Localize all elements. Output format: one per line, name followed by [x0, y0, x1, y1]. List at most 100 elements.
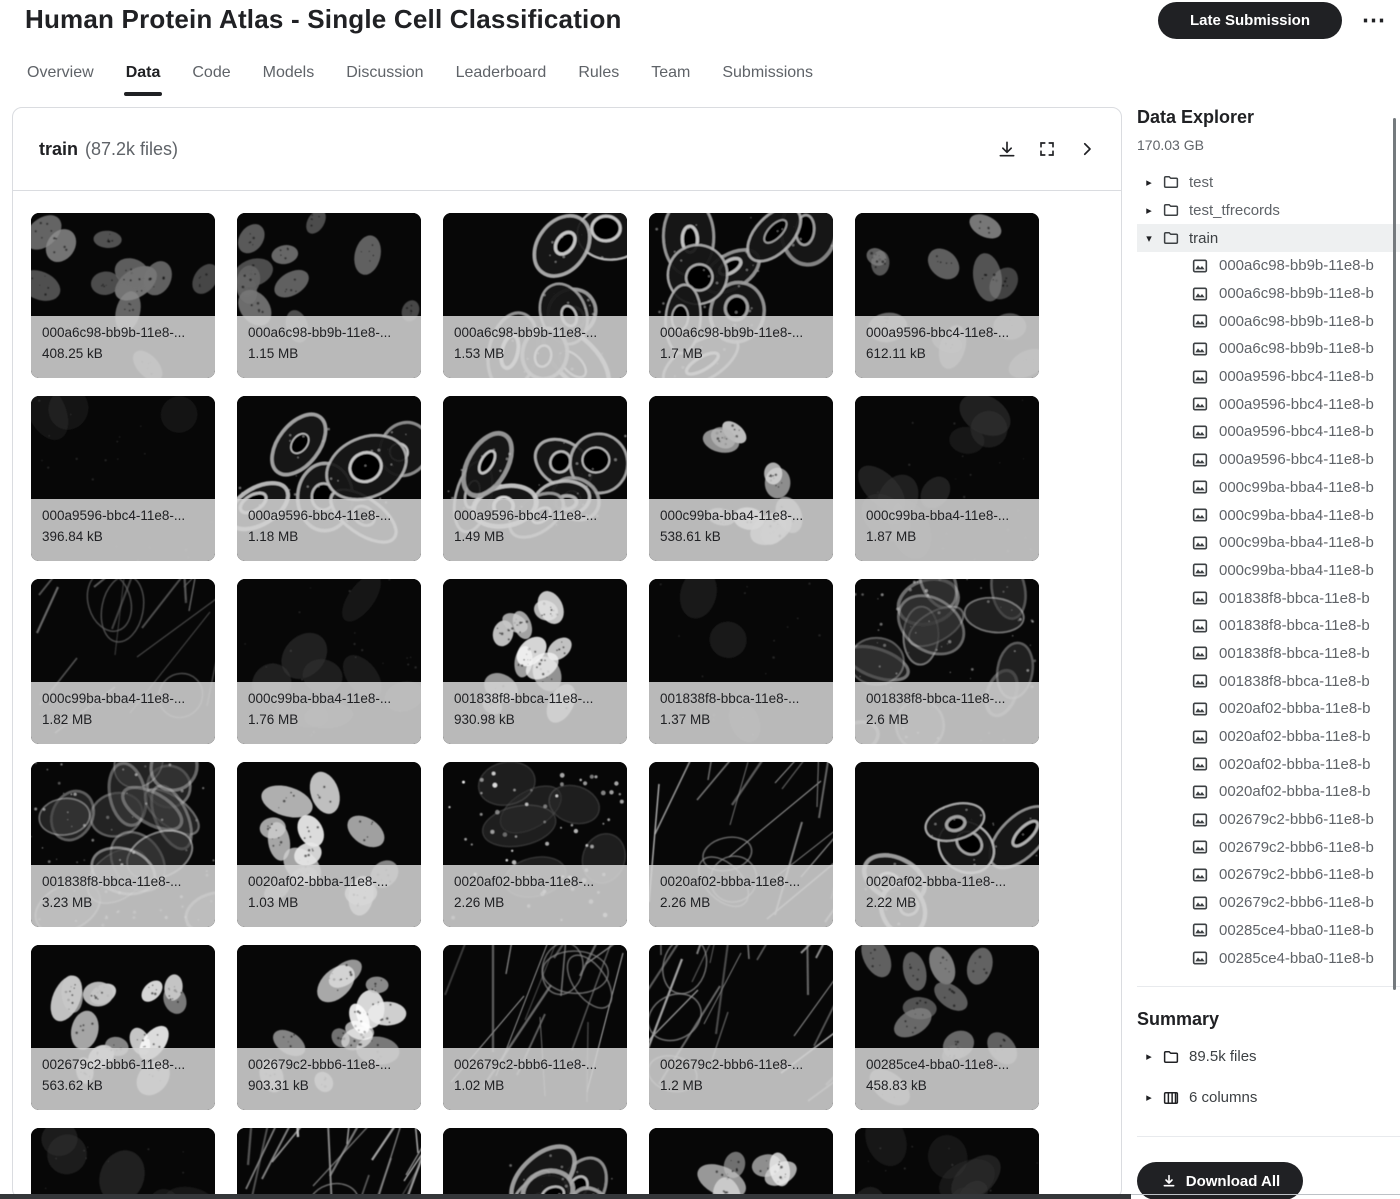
file-name: 0020af02-bbba-11e8-...: [248, 874, 389, 889]
tree-file-item[interactable]: 000a9596-bbc4-11e8-b: [1137, 363, 1400, 391]
tree-file-item[interactable]: 002679c2-bbb6-11e8-b: [1137, 889, 1400, 917]
file-card-label: 0020af02-bbba-11e8-... 1.03 MB: [237, 865, 421, 927]
file-card[interactable]: 0020af02-bbba-11e8-... 2.26 MB: [649, 762, 833, 927]
caret-icon[interactable]: ▸: [1137, 1091, 1161, 1104]
tab-discussion[interactable]: Discussion: [344, 58, 425, 96]
tree-folder-test_tfrecords[interactable]: ▸ test_tfrecords: [1137, 196, 1400, 224]
tree-file-item[interactable]: 001838f8-bbca-11e8-b: [1137, 584, 1400, 612]
tree-file-item[interactable]: 000c99ba-bba4-11e8-b: [1137, 557, 1400, 585]
file-card[interactable]: 000a9596-bbc4-11e8-... 1.18 MB: [237, 396, 421, 561]
tab-rules[interactable]: Rules: [576, 58, 621, 96]
tree-file-item[interactable]: 000a6c98-bb9b-11e8-b: [1137, 335, 1400, 363]
tab-label: Code: [192, 64, 231, 81]
tree-file-item[interactable]: 000a6c98-bb9b-11e8-b: [1137, 252, 1400, 280]
file-card[interactable]: 001838f8-bbca-11e8-... 930.98 kB: [443, 579, 627, 744]
file-card[interactable]: 000c99ba-bba4-11e8-... 538.61 kB: [649, 396, 833, 561]
tree-folder-train[interactable]: ▾ train: [1137, 224, 1400, 252]
summary-item[interactable]: ▸ 6 columns: [1137, 1084, 1400, 1112]
tab-leaderboard[interactable]: Leaderboard: [454, 58, 549, 96]
file-card[interactable]: 001838f8-bbca-11e8-... 1.37 MB: [649, 579, 833, 744]
tree-file-item[interactable]: 0020af02-bbba-11e8-b: [1137, 695, 1400, 723]
tree-file-item[interactable]: 000a9596-bbc4-11e8-b: [1137, 418, 1400, 446]
tree-file-item[interactable]: 00285ce4-bba0-11e8-b: [1137, 944, 1400, 972]
file-card[interactable]: [855, 1128, 1039, 1199]
caret-right-icon[interactable]: ▸: [1137, 204, 1161, 217]
file-card[interactable]: 000c99ba-bba4-11e8-... 1.87 MB: [855, 396, 1039, 561]
file-card[interactable]: 002679c2-bbb6-11e8-... 1.2 MB: [649, 945, 833, 1110]
file-card[interactable]: 000c99ba-bba4-11e8-... 1.82 MB: [31, 579, 215, 744]
file-card[interactable]: 001838f8-bbca-11e8-... 2.6 MB: [855, 579, 1039, 744]
tree-file-item[interactable]: 000a9596-bbc4-11e8-b: [1137, 446, 1400, 474]
caret-down-icon[interactable]: ▾: [1137, 232, 1161, 245]
tree-folder-test[interactable]: ▸ test: [1137, 168, 1400, 196]
tree-file-item[interactable]: 00285ce4-bba0-11e8-b: [1137, 917, 1400, 945]
more-options-button[interactable]: ⋯: [1352, 0, 1396, 40]
tab-submissions[interactable]: Submissions: [720, 58, 815, 96]
file-card[interactable]: 002679c2-bbb6-11e8-... 1.02 MB: [443, 945, 627, 1110]
tab-data[interactable]: Data: [123, 58, 163, 96]
file-card[interactable]: 0020af02-bbba-11e8-... 1.03 MB: [237, 762, 421, 927]
tree-file-item[interactable]: 002679c2-bbb6-11e8-b: [1137, 861, 1400, 889]
caret-right-icon[interactable]: ▸: [1137, 176, 1161, 189]
download-icon[interactable]: [995, 137, 1019, 161]
tree-file-item[interactable]: 000c99ba-bba4-11e8-b: [1137, 474, 1400, 502]
file-card[interactable]: 000a6c98-bb9b-11e8-... 1.53 MB: [443, 213, 627, 378]
tab-label: Data: [125, 64, 161, 81]
file-card[interactable]: 000a6c98-bb9b-11e8-... 1.15 MB: [237, 213, 421, 378]
file-name: 000a9596-bbc4-11e8-...: [866, 325, 1010, 340]
tab-models[interactable]: Models: [261, 58, 317, 96]
file-card-label: 001838f8-bbca-11e8-... 930.98 kB: [443, 682, 627, 744]
tree-file-item[interactable]: 0020af02-bbba-11e8-b: [1137, 750, 1400, 778]
file-card[interactable]: 000a9596-bbc4-11e8-... 612.11 kB: [855, 213, 1039, 378]
file-grid: 000a6c98-bb9b-11e8-... 408.25 kB 000a6c9…: [31, 213, 1105, 1199]
file-size: 3.23 MB: [42, 895, 93, 910]
image-file-icon: [1190, 920, 1210, 940]
chevron-right-icon[interactable]: [1075, 137, 1099, 161]
file-card[interactable]: 000a9596-bbc4-11e8-... 396.84 kB: [31, 396, 215, 561]
tree-file-item[interactable]: 000a6c98-bb9b-11e8-b: [1137, 307, 1400, 335]
tab-code[interactable]: Code: [190, 58, 232, 96]
file-size: 2.26 MB: [454, 895, 505, 910]
tree-file-item[interactable]: 002679c2-bbb6-11e8-b: [1137, 806, 1400, 834]
file-card[interactable]: 0020af02-bbba-11e8-... 2.26 MB: [443, 762, 627, 927]
file-card[interactable]: 0020af02-bbba-11e8-... 2.22 MB: [855, 762, 1039, 927]
summary-item[interactable]: ▸ 89.5k files: [1137, 1043, 1400, 1071]
tree-file-item[interactable]: 001838f8-bbca-11e8-b: [1137, 612, 1400, 640]
tree-file-item[interactable]: 0020af02-bbba-11e8-b: [1137, 778, 1400, 806]
file-card[interactable]: 000c99ba-bba4-11e8-... 1.76 MB: [237, 579, 421, 744]
file-name: 002679c2-bbb6-11e8-...: [660, 1057, 804, 1072]
file-card[interactable]: [443, 1128, 627, 1199]
tree-file-item[interactable]: 000a6c98-bb9b-11e8-b: [1137, 280, 1400, 308]
expand-icon[interactable]: [1035, 137, 1059, 161]
caret-icon[interactable]: ▸: [1137, 1050, 1161, 1063]
tree-file-item[interactable]: 0020af02-bbba-11e8-b: [1137, 723, 1400, 751]
file-size: 2.26 MB: [660, 895, 711, 910]
tree-file-name: 002679c2-bbb6-11e8-b: [1219, 866, 1374, 884]
file-card[interactable]: 000a6c98-bb9b-11e8-... 408.25 kB: [31, 213, 215, 378]
tree-file-item[interactable]: 002679c2-bbb6-11e8-b: [1137, 833, 1400, 861]
file-card[interactable]: 000a6c98-bb9b-11e8-... 1.7 MB: [649, 213, 833, 378]
file-card-label: 00285ce4-bba0-11e8-... 458.83 kB: [855, 1048, 1039, 1110]
tree-file-item[interactable]: 000c99ba-bba4-11e8-b: [1137, 501, 1400, 529]
file-card[interactable]: [649, 1128, 833, 1199]
file-card[interactable]: 002679c2-bbb6-11e8-... 563.62 kB: [31, 945, 215, 1110]
file-card-label: 000c99ba-bba4-11e8-... 1.76 MB: [237, 682, 421, 744]
file-card[interactable]: [31, 1128, 215, 1199]
horizontal-scrollbar[interactable]: [0, 1194, 1131, 1199]
file-size: 1.7 MB: [660, 346, 703, 361]
file-card-label: 0020af02-bbba-11e8-... 2.22 MB: [855, 865, 1039, 927]
file-card[interactable]: [237, 1128, 421, 1199]
tab-team[interactable]: Team: [649, 58, 692, 96]
late-submission-button[interactable]: Late Submission: [1158, 2, 1342, 39]
sidebar-scrollbar[interactable]: [1393, 118, 1396, 990]
image-file-icon: [1190, 505, 1210, 525]
file-card[interactable]: 002679c2-bbb6-11e8-... 903.31 kB: [237, 945, 421, 1110]
file-card[interactable]: 00285ce4-bba0-11e8-... 458.83 kB: [855, 945, 1039, 1110]
tree-file-item[interactable]: 001838f8-bbca-11e8-b: [1137, 667, 1400, 695]
tree-file-item[interactable]: 000c99ba-bba4-11e8-b: [1137, 529, 1400, 557]
tree-file-item[interactable]: 000a9596-bbc4-11e8-b: [1137, 390, 1400, 418]
tree-file-item[interactable]: 001838f8-bbca-11e8-b: [1137, 640, 1400, 668]
file-card[interactable]: 001838f8-bbca-11e8-... 3.23 MB: [31, 762, 215, 927]
tab-overview[interactable]: Overview: [25, 58, 96, 96]
file-card[interactable]: 000a9596-bbc4-11e8-... 1.49 MB: [443, 396, 627, 561]
